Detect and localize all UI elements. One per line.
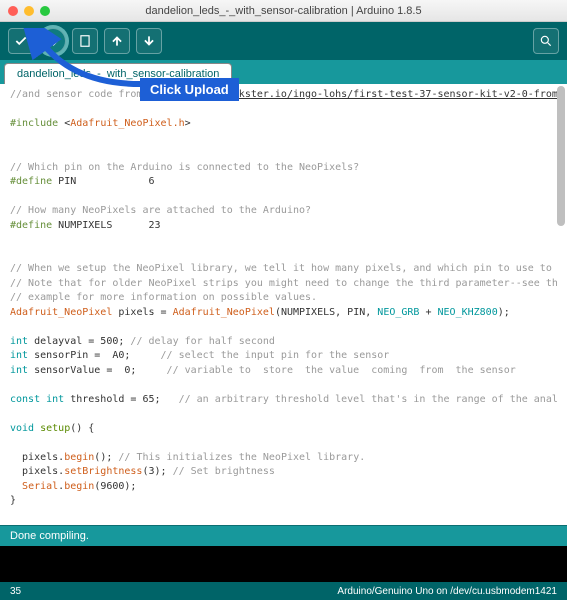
- toolbar: [0, 22, 567, 60]
- upload-button[interactable]: [40, 28, 66, 54]
- maximize-icon[interactable]: [40, 6, 50, 16]
- scrollbar-thumb[interactable]: [557, 86, 565, 226]
- traffic-lights: [8, 6, 50, 16]
- check-icon: [14, 34, 28, 48]
- save-button[interactable]: [136, 28, 162, 54]
- open-button[interactable]: [104, 28, 130, 54]
- window-title: dandelion_leds_-_with_sensor-calibration…: [0, 5, 567, 17]
- board-port: Arduino/Genuino Uno on /dev/cu.usbmodem1…: [337, 586, 557, 597]
- verify-button[interactable]: [8, 28, 34, 54]
- magnify-icon: [539, 34, 553, 48]
- console-panel[interactable]: [0, 546, 567, 582]
- arrow-right-icon: [46, 34, 60, 48]
- code-editor[interactable]: //and sensor code from https://www.hacks…: [0, 84, 567, 525]
- file-icon: [78, 34, 92, 48]
- minimize-icon[interactable]: [24, 6, 34, 16]
- annotation-label: Click Upload: [140, 78, 239, 101]
- scrollbar[interactable]: [557, 86, 565, 523]
- window-titlebar: dandelion_leds_-_with_sensor-calibration…: [0, 0, 567, 22]
- close-icon[interactable]: [8, 6, 18, 16]
- tab-bar: dandelion_leds_-_with_sensor-calibration: [0, 60, 567, 84]
- arrow-up-icon: [110, 34, 124, 48]
- status-message: Done compiling.: [0, 525, 567, 546]
- cursor-line: 35: [10, 586, 21, 597]
- footer-bar: 35 Arduino/Genuino Uno on /dev/cu.usbmod…: [0, 582, 567, 600]
- new-button[interactable]: [72, 28, 98, 54]
- code-text: //and sensor code from https://www.hacks…: [10, 88, 557, 521]
- serial-monitor-button[interactable]: [533, 28, 559, 54]
- arrow-down-icon: [142, 34, 156, 48]
